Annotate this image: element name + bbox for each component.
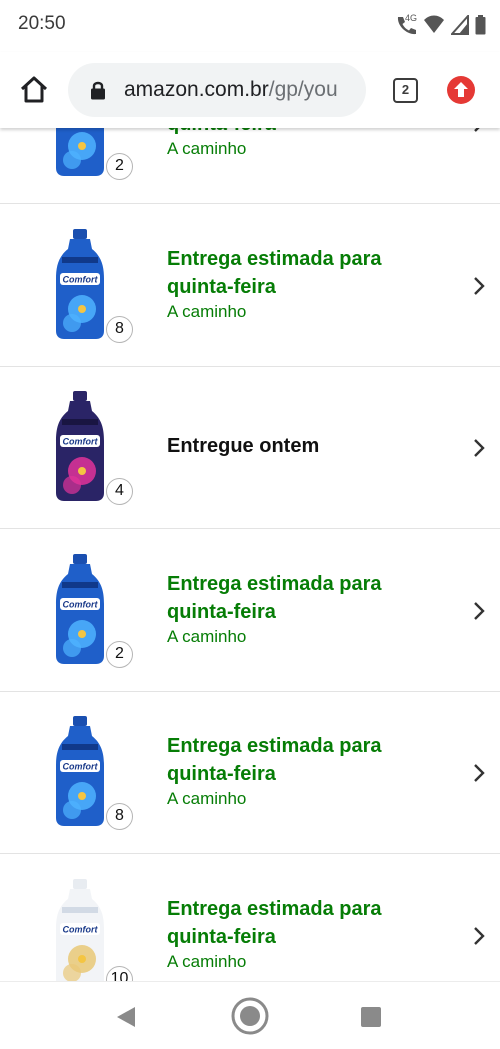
url-path: /gp/you: [268, 78, 338, 101]
back-button[interactable]: [116, 1006, 136, 1033]
product-image: Comfort: [52, 552, 108, 666]
url-domain: amazon.com.br: [124, 78, 269, 101]
order-list: Comfort 2 Entrega estimada para quinta-f…: [0, 128, 500, 981]
home-circle-icon: [231, 997, 269, 1035]
product-image: Comfort: [52, 389, 108, 503]
quantity-badge: 2: [106, 153, 133, 180]
order-title: Entregue ontem: [167, 435, 320, 457]
brand-logo: Comfort: [63, 275, 99, 285]
product-image: Comfort: [52, 227, 108, 341]
network-label: 4G: [405, 13, 418, 23]
chevron-right-icon: [474, 128, 480, 132]
order-row[interactable]: Comfort 2 Entrega estimada para quinta-f…: [0, 530, 500, 692]
order-title: Entrega estimada para quinta-feira: [167, 735, 382, 785]
quantity-badge: 2: [106, 641, 133, 668]
order-status: A caminho: [167, 139, 247, 158]
wifi-calling-icon: 4G: [395, 13, 418, 36]
home-button[interactable]: [18, 74, 50, 106]
chevron-right-icon: [474, 602, 485, 620]
quantity-badge: 8: [106, 803, 133, 830]
bottle-illustration: Comfort: [56, 391, 104, 501]
chevron-right-icon: [474, 764, 485, 782]
product-image: Comfort: [52, 877, 108, 981]
system-nav-bar: [0, 981, 500, 1049]
brand-logo: Comfort: [63, 762, 99, 772]
wifi-icon: [423, 15, 445, 35]
chevron-right-icon: [474, 439, 485, 457]
lock-icon: [91, 81, 105, 100]
order-row[interactable]: Comfort 4 Entregue ontem: [0, 367, 500, 529]
url-bar[interactable]: amazon.com.br/gp/you: [68, 63, 366, 117]
order-title: Entrega estimada para quinta-feira: [167, 898, 382, 948]
brand-logo: Comfort: [63, 600, 99, 610]
quantity-badge: 4: [106, 478, 133, 505]
home-icon: [20, 76, 48, 103]
home-nav-button[interactable]: [230, 996, 270, 1041]
battery-icon: [475, 15, 486, 35]
signal-icon: [451, 15, 469, 35]
bottle-illustration: Comfort: [56, 716, 104, 826]
order-row[interactable]: Comfort 8 Entrega estimada para quinta-f…: [0, 692, 500, 854]
order-title: Entrega estimada para quinta-feira: [167, 573, 382, 623]
order-row[interactable]: Comfort 2 Entrega estimada para quinta-f…: [0, 128, 500, 204]
status-icons: 4G: [395, 12, 486, 38]
order-title: Entrega estimada para quinta-feira: [167, 128, 437, 138]
order-status: A caminho: [167, 789, 247, 808]
recent-apps-icon[interactable]: [361, 1007, 381, 1027]
quantity-badge: 8: [106, 316, 133, 343]
order-row[interactable]: Comfort 10 Entrega estimada para quinta-…: [0, 855, 500, 981]
order-row[interactable]: Comfort 8 Entrega estimada para quinta-f…: [0, 205, 500, 367]
quantity-badge: 10: [106, 966, 133, 981]
update-button[interactable]: [447, 76, 475, 104]
chevron-right-icon: [474, 927, 485, 945]
chevron-right-icon: [474, 277, 485, 295]
order-title: Entrega estimada para quinta-feira: [167, 248, 382, 298]
brand-logo: Comfort: [63, 437, 99, 447]
back-icon: [117, 1007, 135, 1027]
product-image: Comfort: [52, 128, 108, 178]
bottle-illustration: Comfort: [56, 229, 104, 339]
status-bar: 20:50 4G: [0, 0, 500, 52]
browser-toolbar: amazon.com.br/gp/you 2: [0, 52, 500, 128]
status-time: 20:50: [18, 13, 66, 34]
bottle-illustration: Comfort: [56, 879, 104, 981]
bottle-illustration: Comfort: [56, 554, 104, 664]
brand-logo: Comfort: [63, 925, 99, 935]
tabs-icon[interactable]: 2: [393, 78, 418, 103]
order-status: A caminho: [167, 302, 247, 321]
order-status: A caminho: [167, 627, 247, 646]
order-status: A caminho: [167, 952, 247, 971]
url-text: amazon.com.br/gp/you: [124, 78, 338, 102]
product-image: Comfort: [52, 714, 108, 828]
bottle-illustration: Comfort: [56, 128, 104, 176]
update-icon: [454, 82, 468, 97]
